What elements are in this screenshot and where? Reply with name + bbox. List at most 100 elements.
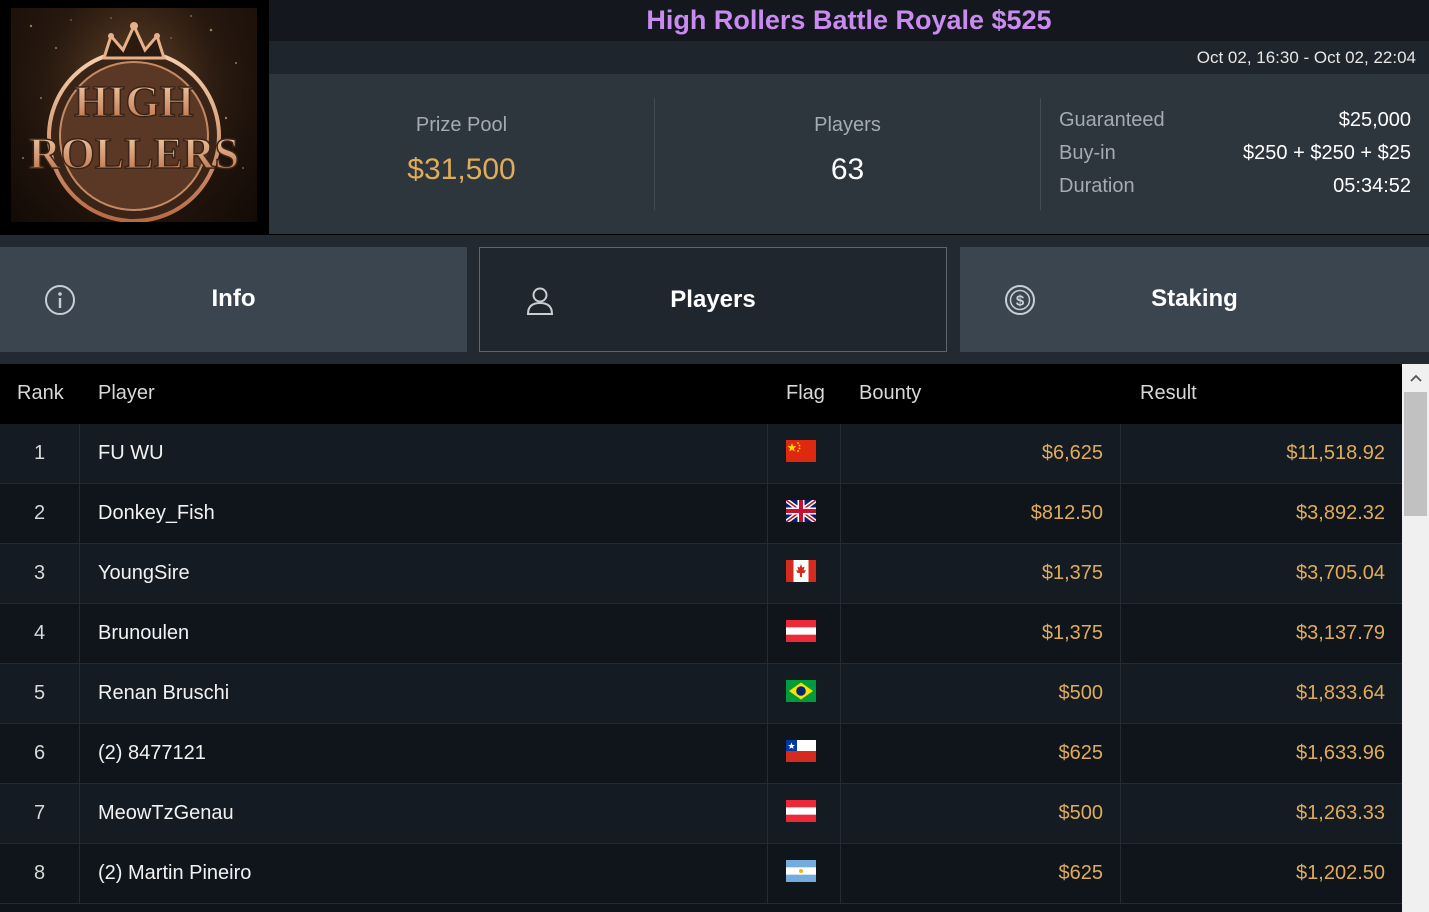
bounty-cell: $625	[1058, 862, 1104, 884]
table-row[interactable]: 5 Renan Bruschi $500 $1,833.64	[0, 664, 1402, 724]
table-row[interactable]: 8 (2) Martin Pineiro $625 $1,202.50	[0, 844, 1402, 904]
bounty-cell: $500	[1058, 682, 1104, 704]
column-divider	[79, 784, 80, 844]
rank-cell: 1	[33, 442, 46, 464]
scroll-up-arrow-icon[interactable]	[1402, 364, 1429, 391]
tournament-title: High Rollers Battle Royale $525	[646, 5, 1052, 35]
austria-flag-icon	[786, 800, 816, 822]
column-divider	[1120, 604, 1121, 664]
high-rollers-logo: HIGH ROLLERS	[11, 8, 257, 222]
detail-label: Duration	[1059, 175, 1135, 197]
table-row[interactable]: 4 Brunoulen $1,375 $3,137.79	[0, 604, 1402, 664]
header-bounty[interactable]: Bounty	[859, 382, 921, 405]
column-divider	[767, 484, 768, 544]
tab-players-label: Players	[670, 286, 756, 313]
header-rank[interactable]: Rank	[17, 382, 64, 405]
column-divider	[1120, 544, 1121, 604]
bounty-cell: $812.50	[1030, 502, 1103, 524]
column-divider	[840, 604, 841, 664]
rank-cell: 8	[33, 862, 46, 884]
column-divider	[79, 604, 80, 664]
player-name-cell[interactable]: YoungSire	[98, 562, 190, 585]
table-body: 1 FU WU $6,625 $11,518.92 2 Donkey_Fish $812.5…	[0, 424, 1402, 912]
column-divider	[767, 784, 768, 844]
column-divider	[840, 544, 841, 604]
logo-text-line1: HIGH	[74, 77, 194, 126]
column-divider	[1120, 724, 1121, 784]
tab-info[interactable]: Info	[0, 247, 467, 352]
column-divider	[767, 664, 768, 724]
result-cell: $1,202.50	[1296, 862, 1385, 884]
detail-guaranteed: Guaranteed $25,000	[1059, 104, 1411, 137]
column-divider	[840, 424, 841, 484]
column-divider	[840, 784, 841, 844]
logo-text-line2: ROLLERS	[29, 129, 239, 178]
column-divider	[767, 844, 768, 904]
result-cell: $1,633.96	[1296, 742, 1385, 764]
result-cell: $3,137.79	[1296, 622, 1385, 644]
players-table: Rank Player Flag Bounty Result 1 FU WU $6,…	[0, 364, 1402, 912]
table-row[interactable]: 7 MeowTzGenau $500 $1,263.33	[0, 784, 1402, 844]
bounty-cell: $6,625	[1041, 442, 1103, 464]
rank-cell: 7	[33, 802, 46, 824]
column-divider	[840, 484, 841, 544]
table-row[interactable]: 1 FU WU $6,625 $11,518.92	[0, 424, 1402, 484]
scrollbar[interactable]	[1402, 364, 1429, 912]
column-divider	[79, 844, 80, 904]
player-name-cell[interactable]: Brunoulen	[98, 622, 189, 645]
scroll-thumb[interactable]	[1404, 392, 1427, 516]
column-divider	[767, 604, 768, 664]
column-divider	[767, 724, 768, 784]
table-row[interactable]: 6 (2) 8477121 $625 $1,633.96	[0, 724, 1402, 784]
header-result[interactable]: Result	[1140, 382, 1197, 405]
column-divider	[1120, 784, 1121, 844]
detail-duration: Duration 05:34:52	[1059, 170, 1411, 203]
table-row[interactable]: 3 YoungSire $1,375 $3,705.04	[0, 544, 1402, 604]
chile-flag-icon	[786, 740, 816, 762]
tab-staking-label: Staking	[1151, 285, 1238, 312]
players-stat: Players 63	[655, 98, 1040, 208]
detail-label: Buy-in	[1059, 142, 1116, 164]
header-player[interactable]: Player	[98, 382, 155, 405]
uk-flag-icon	[786, 500, 816, 522]
divider	[1040, 98, 1041, 210]
result-cell: $1,263.33	[1296, 802, 1385, 824]
tab-staking[interactable]: $ Staking	[960, 247, 1429, 352]
column-divider	[840, 664, 841, 724]
bounty-cell: $1,375	[1041, 622, 1103, 644]
column-divider	[79, 544, 80, 604]
column-divider	[1120, 484, 1121, 544]
austria-flag-icon	[786, 620, 816, 642]
table-row[interactable]: 2 Donkey_Fish $812.50 $3,892.32	[0, 484, 1402, 544]
column-divider	[1120, 424, 1121, 484]
result-cell: $3,892.32	[1296, 502, 1385, 524]
column-divider	[767, 544, 768, 604]
prize-pool-label: Prize Pool	[415, 114, 508, 136]
player-name-cell[interactable]: (2) 8477121	[98, 742, 206, 765]
player-name-cell[interactable]: MeowTzGenau	[98, 802, 234, 825]
players-value: 63	[830, 153, 865, 186]
detail-value: $250 + $250 + $25	[1243, 142, 1411, 164]
column-divider	[840, 724, 841, 784]
rank-cell: 3	[33, 562, 46, 584]
table-header: Rank Player Flag Bounty Result	[0, 364, 1402, 424]
column-divider	[767, 424, 768, 484]
brazil-flag-icon	[786, 680, 816, 702]
date-bar: Oct 02, 16:30 - Oct 02, 22:04	[269, 41, 1429, 74]
column-divider	[79, 424, 80, 484]
result-cell: $3,705.04	[1296, 562, 1385, 584]
player-name-cell[interactable]: (2) Martin Pineiro	[98, 862, 251, 885]
china-flag-icon	[786, 440, 816, 462]
player-name-cell[interactable]: Renan Bruschi	[98, 682, 229, 705]
player-name-cell[interactable]: FU WU	[98, 442, 164, 465]
column-divider	[79, 664, 80, 724]
details-list: Guaranteed $25,000 Buy-in $250 + $250 + …	[1059, 104, 1411, 203]
detail-buy-in: Buy-in $250 + $250 + $25	[1059, 137, 1411, 170]
detail-value: 05:34:52	[1333, 175, 1411, 197]
date-range: Oct 02, 16:30 - Oct 02, 22:04	[1196, 48, 1416, 67]
header-flag[interactable]: Flag	[786, 382, 825, 405]
rank-cell: 2	[33, 502, 46, 524]
player-name-cell[interactable]: Donkey_Fish	[98, 502, 215, 525]
rank-cell: 5	[33, 682, 46, 704]
tab-players[interactable]: Players	[479, 247, 947, 352]
